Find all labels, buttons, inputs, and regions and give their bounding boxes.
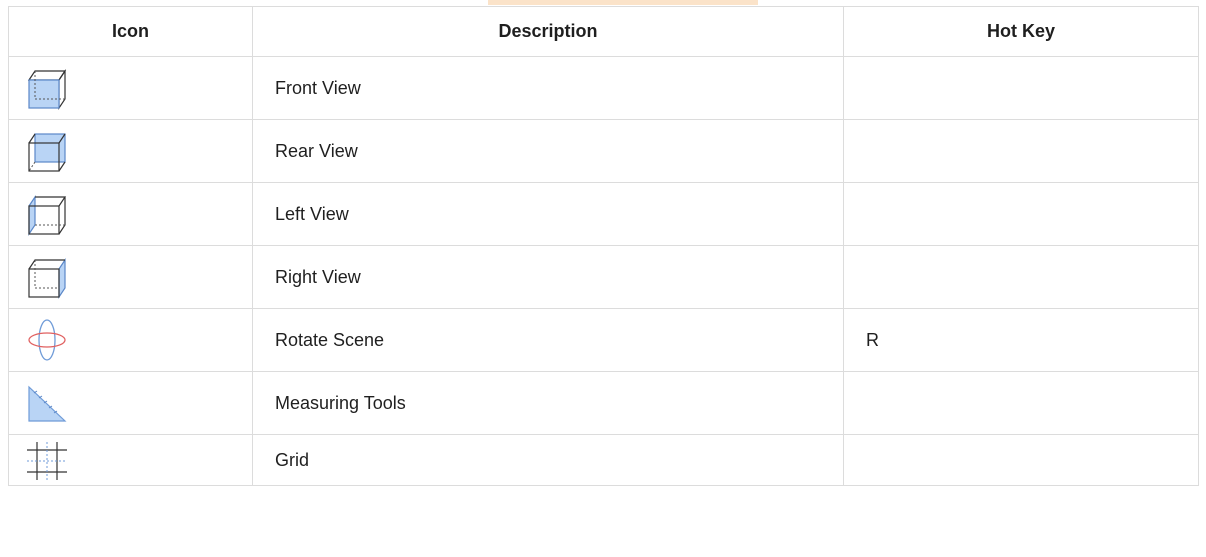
- table-row: Front View: [8, 56, 1199, 120]
- top-highlight-bar: [488, 0, 758, 5]
- column-header-hotkey: Hot Key: [843, 6, 1199, 57]
- icon-cell: [8, 119, 253, 183]
- table-row: Right View: [8, 245, 1199, 309]
- table-row: Rotate Scene R: [8, 308, 1199, 372]
- table-row: Grid: [8, 434, 1199, 486]
- column-header-icon: Icon: [8, 6, 253, 57]
- description-cell: Right View: [252, 245, 844, 309]
- description-cell: Grid: [252, 434, 844, 486]
- hotkey-cell: [843, 56, 1199, 120]
- front-view-icon[interactable]: [19, 66, 73, 110]
- rotate-scene-icon[interactable]: [19, 318, 73, 362]
- hotkey-cell: [843, 245, 1199, 309]
- hotkeys-table: Icon Description Hot Key Front View Rear…: [8, 6, 1199, 486]
- table-header-row: Icon Description Hot Key: [8, 6, 1199, 57]
- right-view-icon[interactable]: [19, 255, 73, 299]
- icon-cell: [8, 434, 253, 486]
- hotkey-cell: [843, 434, 1199, 486]
- description-cell: Rotate Scene: [252, 308, 844, 372]
- icon-cell: [8, 245, 253, 309]
- description-cell: Rear View: [252, 119, 844, 183]
- hotkey-cell: R: [843, 308, 1199, 372]
- hotkey-cell: [843, 371, 1199, 435]
- icon-cell: [8, 371, 253, 435]
- table-row: Measuring Tools: [8, 371, 1199, 435]
- description-cell: Front View: [252, 56, 844, 120]
- icon-cell: [8, 56, 253, 120]
- icon-cell: [8, 308, 253, 372]
- description-cell: Left View: [252, 182, 844, 246]
- measuring-tools-icon[interactable]: [19, 381, 73, 425]
- grid-icon[interactable]: [19, 438, 73, 482]
- column-header-description: Description: [252, 6, 844, 57]
- icon-cell: [8, 182, 253, 246]
- description-cell: Measuring Tools: [252, 371, 844, 435]
- hotkey-cell: [843, 182, 1199, 246]
- rear-view-icon[interactable]: [19, 129, 73, 173]
- hotkey-cell: [843, 119, 1199, 183]
- left-view-icon[interactable]: [19, 192, 73, 236]
- table-row: Rear View: [8, 119, 1199, 183]
- table-row: Left View: [8, 182, 1199, 246]
